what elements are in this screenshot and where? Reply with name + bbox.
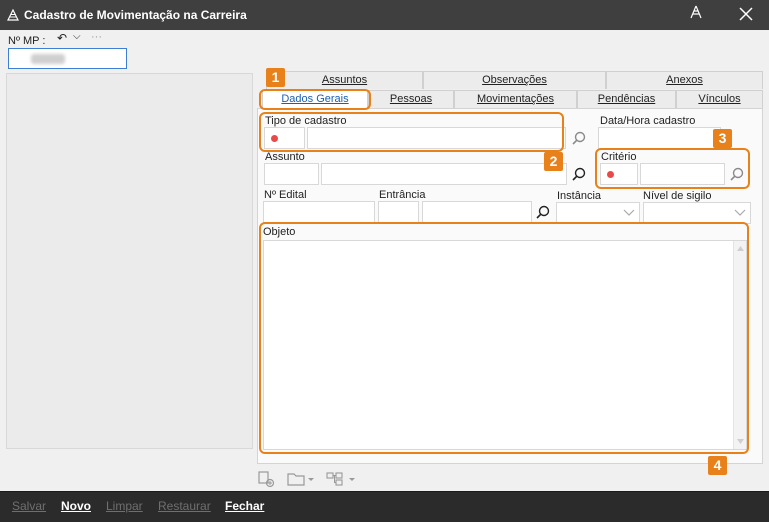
sigilo-select[interactable] [643, 202, 751, 224]
redacted-value [31, 54, 65, 64]
search-icon[interactable] [571, 130, 587, 146]
highlight-box-2 [259, 112, 564, 152]
undo-icon[interactable]: ↶ [57, 31, 67, 45]
tab-assuntos[interactable]: Assuntos [266, 71, 423, 89]
instancia-label: Instância [557, 190, 602, 202]
edital-label: Nº Edital [264, 189, 307, 201]
assunto-code[interactable] [264, 163, 319, 185]
entrancia-code[interactable] [378, 201, 419, 223]
more-icon[interactable]: ··· [91, 31, 102, 43]
chevron-down-icon[interactable]: ⌵ [73, 31, 81, 42]
close-icon[interactable] [736, 5, 756, 25]
instancia-select[interactable] [556, 202, 640, 224]
highlight-box-3 [595, 148, 750, 189]
salvar-button[interactable]: Salvar [12, 499, 46, 513]
tab-label: Assuntos [321, 74, 368, 86]
tab-vinculos[interactable]: Vínculos [676, 90, 763, 108]
tab-label: Anexos [666, 74, 703, 86]
chevron-down-icon [734, 209, 746, 216]
limpar-button[interactable]: Limpar [106, 499, 143, 513]
edital-field[interactable] [263, 201, 375, 223]
mp-input[interactable] [8, 48, 127, 69]
tab-pessoas[interactable]: Pessoas [368, 90, 454, 108]
tab-observacoes[interactable]: Observações [423, 71, 606, 89]
bottom-action-bar: Salvar Novo Limpar Restaurar Fechar [0, 491, 769, 522]
entrancia-label: Entrância [379, 189, 426, 201]
tab-label: Pessoas [389, 93, 433, 105]
tab-anexos[interactable]: Anexos [606, 71, 763, 89]
search-icon[interactable] [571, 166, 587, 182]
mp-label: Nº MP : [8, 35, 46, 47]
data-hora-field[interactable] [598, 127, 721, 149]
tab-label: Vínculos [698, 93, 741, 105]
attach-icon[interactable] [257, 470, 275, 488]
badge-4: 4 [708, 456, 727, 475]
tab-label: Movimentações [476, 93, 555, 105]
entrancia-description[interactable] [422, 201, 532, 223]
left-list-panel[interactable] [6, 73, 253, 449]
sigilo-label: Nível de sigilo [643, 190, 712, 202]
accessibility-icon[interactable] [686, 5, 706, 25]
tab-movimentacoes[interactable]: Movimentações [454, 90, 577, 108]
restaurar-button[interactable]: Restaurar [158, 499, 211, 513]
folder-icon[interactable] [286, 470, 318, 488]
chevron-down-icon [623, 209, 635, 216]
fechar-button[interactable]: Fechar [225, 499, 264, 513]
search-icon[interactable] [535, 204, 551, 220]
novo-button[interactable]: Novo [61, 499, 91, 513]
badge-3: 3 [713, 129, 732, 148]
assunto-label: Assunto [265, 151, 305, 163]
tab-label: Observações [482, 74, 547, 86]
tab-label: Pendências [597, 93, 656, 105]
data-hora-label: Data/Hora cadastro [600, 115, 696, 127]
tab-pendencias[interactable]: Pendências [577, 90, 676, 108]
highlight-box-1 [259, 89, 371, 110]
badge-1: 1 [266, 68, 285, 87]
hierarchy-icon[interactable] [325, 470, 359, 488]
title-bar: Cadastro de Movimentação na Carreira [0, 0, 769, 30]
app-icon [7, 9, 19, 21]
badge-2: 2 [544, 152, 563, 171]
assunto-description[interactable] [321, 163, 567, 185]
highlight-box-4 [259, 222, 749, 454]
window-title: Cadastro de Movimentação na Carreira [24, 8, 247, 22]
